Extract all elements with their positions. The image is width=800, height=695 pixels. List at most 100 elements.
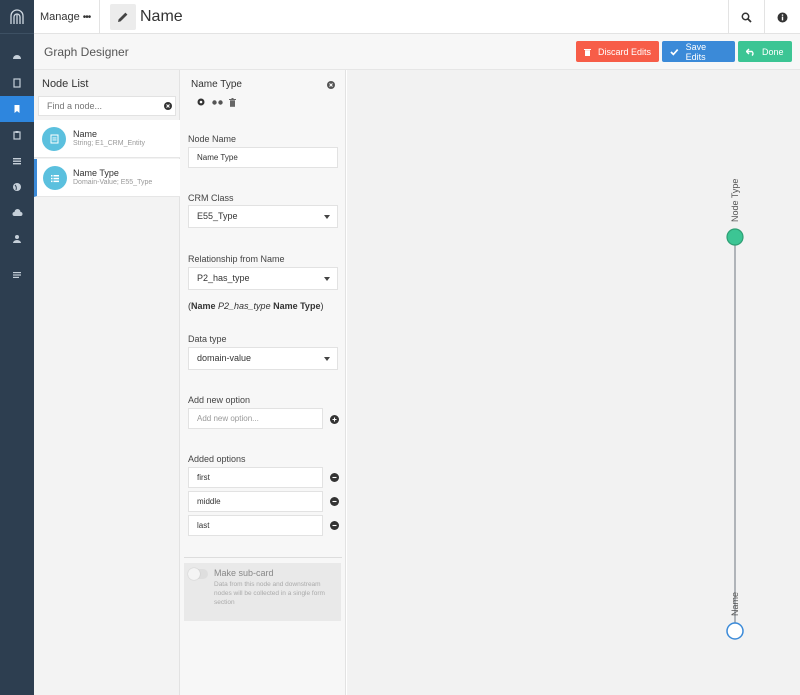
- save-edits-label: Save Edits: [685, 41, 707, 62]
- added-options-label: Added options: [188, 454, 246, 464]
- edit-title-button[interactable]: [110, 4, 136, 30]
- graph-node-label: Node Type: [730, 179, 740, 222]
- search-icon: [741, 12, 752, 23]
- node-search-input[interactable]: [38, 96, 176, 116]
- relationship-label: Relationship from Name: [188, 254, 285, 264]
- document-icon: [50, 134, 58, 144]
- remove-option-button[interactable]: [330, 497, 339, 506]
- graph-canvas[interactable]: Node Type Name: [347, 70, 800, 695]
- nav-map[interactable]: [0, 174, 34, 200]
- node-name-input[interactable]: Name Type: [188, 147, 338, 168]
- rel-from: Name: [191, 301, 216, 311]
- remove-option-button[interactable]: [330, 521, 339, 530]
- graph-node-label: Name: [730, 592, 740, 616]
- designer-toolbar: Graph Designer Discard Edits Save Edits …: [34, 34, 800, 70]
- bookmark-icon: [14, 105, 20, 113]
- arches-logo-icon: [10, 8, 24, 24]
- crm-class-select[interactable]: E55_Type: [188, 205, 338, 228]
- more-dots-icon: •••: [82, 11, 91, 23]
- user-icon: [13, 235, 21, 243]
- top-bar: Manage ••• Name: [34, 0, 800, 34]
- manage-menu[interactable]: Manage •••: [34, 0, 100, 34]
- plus-icon: [332, 417, 337, 422]
- option-input[interactable]: middle: [188, 491, 323, 512]
- close-icon[interactable]: [327, 81, 335, 89]
- delete-node-icon[interactable]: [229, 98, 236, 107]
- pencil-icon: [118, 12, 128, 22]
- graph-node-selected[interactable]: [726, 228, 744, 246]
- toggle-knob: [188, 568, 200, 580]
- graph-svg: Node Type Name: [726, 179, 744, 640]
- dashboard-icon: [13, 55, 21, 59]
- relationship-value: P2_has_type: [197, 273, 250, 283]
- minus-icon: [332, 500, 337, 503]
- node-list-item-selected[interactable]: Name Type Domain-Value; E55_Type: [34, 159, 180, 197]
- node-datatype: Domain-Value; E55_Type: [73, 179, 153, 186]
- list-icon: [13, 158, 21, 165]
- add-option-label: Add new option: [188, 395, 251, 405]
- app-logo[interactable]: [0, 0, 34, 34]
- node-type-badge: [43, 166, 67, 190]
- remove-option-button[interactable]: [330, 473, 339, 482]
- divider: [184, 557, 342, 558]
- info-button[interactable]: [764, 0, 800, 34]
- page-title: Name: [140, 8, 183, 25]
- data-type-select[interactable]: domain-value: [188, 347, 338, 370]
- clear-search-icon[interactable]: [164, 102, 172, 110]
- relationship-select[interactable]: P2_has_type: [188, 267, 338, 290]
- search-button[interactable]: [728, 0, 764, 34]
- node-type-badge: [42, 127, 66, 151]
- nav-reports[interactable]: [0, 122, 34, 148]
- form-header-title: Name Type: [191, 79, 242, 90]
- list-icon: [51, 174, 59, 182]
- done-label: Done: [762, 46, 784, 57]
- node-name: Name Type: [73, 168, 119, 178]
- chevron-down-icon: [324, 215, 330, 219]
- more-options-icon[interactable]: [212, 100, 223, 105]
- nav-upload[interactable]: [0, 200, 34, 226]
- relationship-summary: (Name P2_has_type Name Type): [188, 301, 323, 311]
- node-list-title: Node List: [42, 78, 89, 90]
- done-button[interactable]: Done: [738, 41, 792, 62]
- node-list-item[interactable]: Name String; E1_CRM_Entity: [34, 120, 180, 158]
- discard-edits-label: Discard Edits: [598, 46, 652, 57]
- discard-edits-button[interactable]: Discard Edits: [576, 41, 659, 62]
- section-title: Graph Designer: [44, 45, 129, 59]
- nav-list[interactable]: [0, 148, 34, 174]
- node-form-panel: Name Type Node Name Name Type CRM Class …: [180, 70, 346, 695]
- nav-dashboard[interactable]: [0, 44, 34, 70]
- minus-icon: [332, 524, 337, 527]
- subcard-toggle[interactable]: [188, 568, 208, 580]
- save-edits-button[interactable]: Save Edits: [662, 41, 735, 62]
- undo-arrow-icon: [746, 48, 754, 56]
- node-view-icon[interactable]: [197, 98, 205, 106]
- add-option-button[interactable]: [330, 415, 339, 424]
- nav-menu[interactable]: [0, 262, 34, 288]
- node-name: Name: [73, 129, 98, 139]
- chevron-down-icon: [324, 277, 330, 281]
- nav-user[interactable]: [0, 226, 34, 252]
- sidebar: [0, 0, 34, 695]
- clipboard-icon: [13, 131, 21, 140]
- menu-icon: [13, 272, 21, 278]
- document-icon: [13, 78, 21, 88]
- cloud-icon: [12, 209, 22, 216]
- nav-graph-designer[interactable]: [0, 96, 34, 122]
- manage-label: Manage: [40, 11, 80, 23]
- option-input[interactable]: first: [188, 467, 323, 488]
- option-input[interactable]: last: [188, 515, 323, 536]
- nav-resources[interactable]: [0, 70, 34, 96]
- subcard-title: Make sub-card: [214, 568, 274, 578]
- subcard-section: Make sub-card Data from this node and do…: [184, 563, 341, 621]
- globe-icon: [13, 183, 21, 191]
- data-type-value: domain-value: [197, 353, 252, 363]
- graph-node-root[interactable]: [726, 622, 744, 640]
- rel-property: P2_has_type: [218, 301, 271, 311]
- subcard-description: Data from this node and downstream nodes…: [214, 581, 325, 606]
- minus-icon: [332, 476, 337, 479]
- crm-class-label: CRM Class: [188, 193, 234, 203]
- rel-close: ): [320, 301, 324, 311]
- new-option-input[interactable]: Add new option...: [188, 408, 323, 429]
- rel-to: Name Type: [273, 301, 321, 311]
- check-icon: [670, 48, 679, 56]
